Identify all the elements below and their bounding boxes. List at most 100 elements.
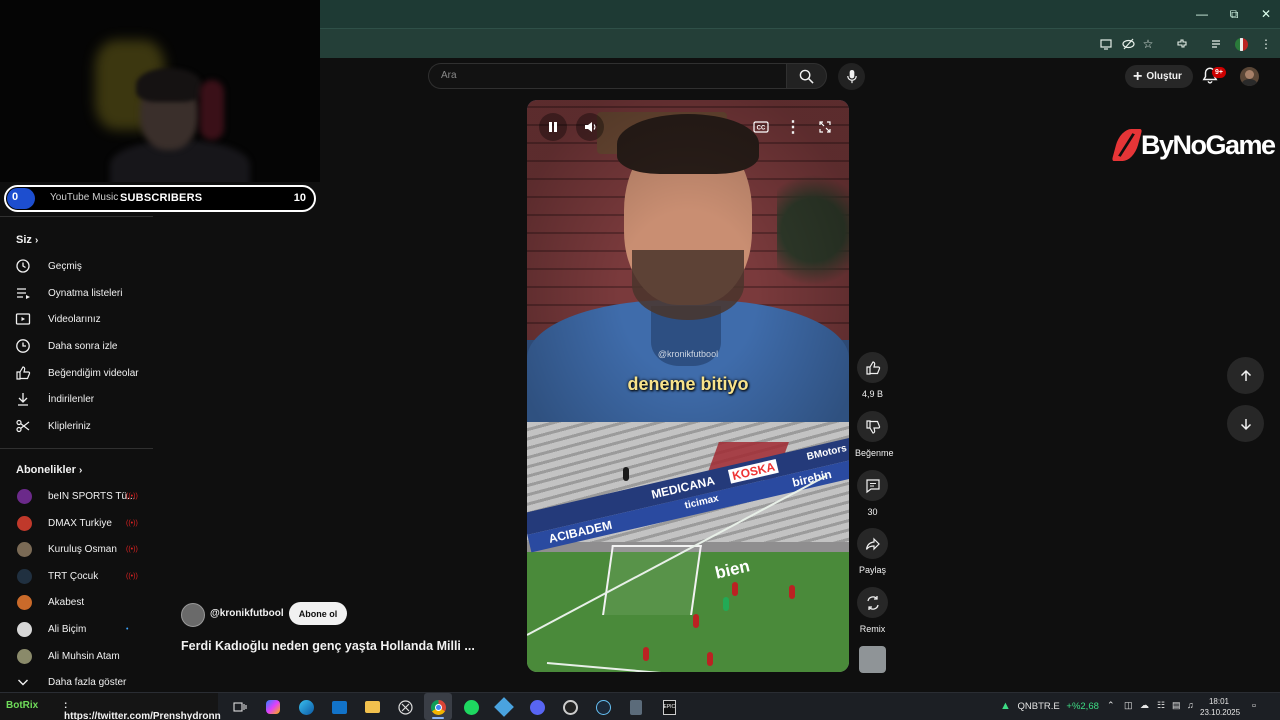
discord-icon[interactable] bbox=[527, 697, 547, 717]
chrome-active-indicator bbox=[432, 717, 444, 719]
minimize-button[interactable]: — bbox=[1186, 0, 1218, 28]
sidebar-item-liked[interactable]: Beğendiğim videolar bbox=[0, 360, 153, 386]
bynogame-mark-icon bbox=[1111, 129, 1143, 161]
subscription-bein-sports[interactable]: beIN SPORTS Tü... ((•)) bbox=[0, 483, 153, 509]
tray-app-icon[interactable]: ◫ bbox=[1124, 700, 1133, 711]
obs-icon[interactable] bbox=[560, 697, 580, 717]
download-icon bbox=[0, 391, 48, 407]
video-watermark: @kronikfutbool bbox=[657, 349, 719, 359]
task-view-icon[interactable] bbox=[230, 697, 250, 717]
subscriber-goal: 10 bbox=[293, 192, 306, 204]
sidebar-item-watch-later[interactable]: Daha sonra izle bbox=[0, 333, 153, 359]
chrome-icon[interactable] bbox=[428, 697, 448, 717]
comment-icon bbox=[865, 478, 880, 493]
create-button[interactable]: + Oluştur bbox=[1125, 65, 1193, 88]
comments-button[interactable]: 30 bbox=[855, 470, 890, 517]
captions-button[interactable]: CC bbox=[747, 113, 775, 141]
subscription-akabest[interactable]: Akabest bbox=[0, 589, 153, 615]
volume-tray-icon[interactable]: ♫ bbox=[1187, 700, 1194, 710]
chevron-down-icon bbox=[0, 674, 48, 690]
channel-handle[interactable]: @kronikfutbool bbox=[210, 608, 284, 619]
playlist-icon bbox=[0, 285, 48, 301]
voice-search-button[interactable] bbox=[838, 63, 865, 90]
outlook-icon[interactable] bbox=[329, 697, 349, 717]
sidebar-you-heading[interactable]: Siz › bbox=[16, 234, 38, 246]
thumbs-down-icon bbox=[865, 419, 880, 434]
epic-games-icon[interactable]: EPIC bbox=[659, 697, 679, 717]
profile-avatar[interactable] bbox=[1232, 35, 1250, 53]
restore-button[interactable]: ⧉ bbox=[1218, 0, 1250, 28]
new-content-dot-icon: • bbox=[126, 626, 129, 633]
subscribe-button[interactable]: Abone ol bbox=[289, 602, 347, 625]
extensions-icon[interactable] bbox=[1173, 35, 1191, 53]
system-clock[interactable]: 18:01 23.10.2025 bbox=[1200, 696, 1240, 718]
subscription-ali-bicim[interactable]: Ali Biçim • bbox=[0, 616, 153, 642]
sidebar-item-history[interactable]: Geçmiş bbox=[0, 253, 153, 279]
tray-chevron-icon[interactable]: ⌃ bbox=[1107, 700, 1115, 711]
notification-badge: 9+ bbox=[1212, 67, 1226, 78]
next-video-button[interactable] bbox=[1227, 405, 1264, 442]
channel-avatar bbox=[16, 515, 32, 531]
dislike-button[interactable]: Beğenme bbox=[855, 411, 894, 458]
spotify-icon[interactable] bbox=[461, 697, 481, 717]
more-options-icon[interactable]: ⋮ bbox=[779, 113, 807, 141]
search-icon bbox=[799, 69, 814, 84]
ticker-text: : https://twitter.com/Prenshydronn bbox=[64, 700, 221, 720]
notification-center-icon[interactable]: ▫ bbox=[1252, 700, 1256, 712]
search-input[interactable]: Ara bbox=[428, 63, 786, 89]
file-explorer-icon[interactable] bbox=[362, 697, 382, 717]
calculator-icon[interactable] bbox=[626, 697, 646, 717]
like-button[interactable]: 4,9 B bbox=[855, 352, 890, 399]
steam-icon[interactable] bbox=[593, 697, 613, 717]
sidebar-item-your-videos[interactable]: Videolarınız bbox=[0, 306, 153, 332]
channel-avatar bbox=[16, 594, 32, 610]
install-app-icon[interactable] bbox=[1097, 35, 1115, 53]
copilot-icon[interactable] bbox=[263, 697, 283, 717]
video-title[interactable]: Ferdi Kadıoğlu neden genç yaşta Hollanda… bbox=[181, 639, 475, 653]
settings-app-icon[interactable] bbox=[494, 697, 514, 717]
subscriber-label: SUBSCRIBERS bbox=[120, 192, 203, 204]
browser-menu-icon[interactable]: ⋮ bbox=[1257, 35, 1275, 53]
sidebar-subscriptions-heading[interactable]: Abonelikler › bbox=[16, 464, 82, 476]
webcam-overlay bbox=[0, 0, 320, 182]
usb-icon[interactable]: ☷ bbox=[1157, 700, 1165, 711]
sidebar-item-clips[interactable]: Klipleriniz bbox=[0, 413, 153, 439]
search-button[interactable] bbox=[786, 63, 827, 89]
edge-icon[interactable] bbox=[296, 697, 316, 717]
share-button[interactable]: Paylaş bbox=[855, 528, 890, 575]
volume-button[interactable] bbox=[576, 113, 604, 141]
channel-avatar bbox=[16, 541, 32, 557]
sidebar-item-downloads[interactable]: İndirilenler bbox=[0, 386, 153, 412]
eye-hidden-icon[interactable] bbox=[1119, 35, 1137, 53]
previous-video-button[interactable] bbox=[1227, 357, 1264, 394]
subscription-dmax[interactable]: DMAX Turkiye ((•)) bbox=[0, 510, 153, 536]
shorts-video-player[interactable]: @kronikfutbool deneme bitiyo MEDICANA KO… bbox=[527, 100, 849, 672]
channel-avatar bbox=[16, 621, 32, 637]
subscriber-goal-bar: 0 YouTube Music SUBSCRIBERS 10 bbox=[4, 185, 316, 212]
cloud-icon[interactable]: ☁ bbox=[1140, 700, 1149, 711]
chat-ticker: BotRix : https://twitter.com/Prenshydron… bbox=[0, 693, 221, 720]
xbox-icon[interactable] bbox=[395, 697, 415, 717]
stock-widget[interactable]: ▲ QNBTR.E +%2,68 bbox=[1000, 700, 1099, 712]
network-icon[interactable]: ▤ bbox=[1172, 700, 1181, 711]
account-avatar[interactable] bbox=[1240, 67, 1259, 86]
sidebar-item-playlists[interactable]: Oynatma listeleri bbox=[0, 280, 153, 306]
subscription-kurulus-osman[interactable]: Kuruluş Osman ((•)) bbox=[0, 536, 153, 562]
remix-button[interactable]: Remix bbox=[855, 587, 890, 634]
bookmark-star-icon[interactable]: ☆ bbox=[1139, 35, 1157, 53]
pause-button[interactable] bbox=[539, 113, 567, 141]
fullscreen-button[interactable] bbox=[811, 113, 839, 141]
subscriber-source: YouTube Music bbox=[50, 192, 119, 203]
channel-avatar[interactable] bbox=[181, 603, 205, 627]
channel-avatar bbox=[16, 648, 32, 664]
media-controls-icon[interactable] bbox=[1208, 35, 1226, 53]
svg-text:CC: CC bbox=[757, 126, 766, 132]
close-button[interactable]: ✕ bbox=[1250, 0, 1280, 28]
stock-up-icon: ▲ bbox=[1000, 700, 1011, 712]
subscription-trt-cocuk[interactable]: TRT Çocuk ((•)) bbox=[0, 563, 153, 589]
arrow-up-icon bbox=[1240, 369, 1251, 381]
live-icon: ((•)) bbox=[126, 520, 138, 527]
subscription-ali-muhsin-atam[interactable]: Ali Muhsin Atam bbox=[0, 643, 153, 669]
expand-icon bbox=[819, 121, 831, 133]
sound-thumbnail[interactable] bbox=[859, 646, 886, 673]
